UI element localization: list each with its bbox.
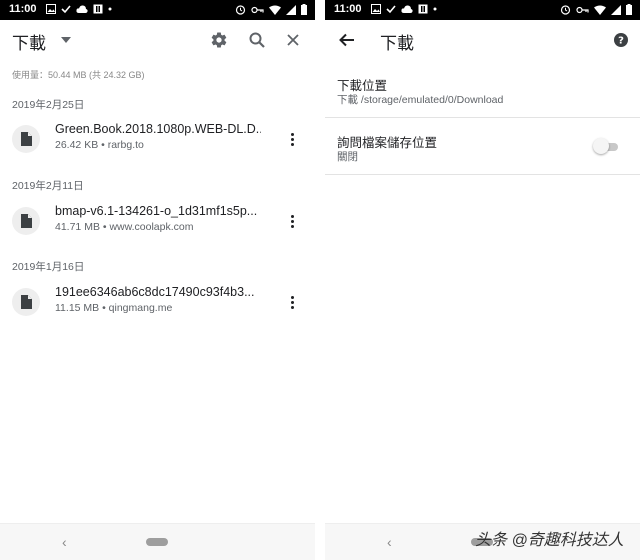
- signal-icon: [611, 4, 621, 15]
- close-icon: [287, 34, 299, 46]
- title-dropdown-button[interactable]: [54, 28, 78, 52]
- system-icons: [560, 4, 632, 15]
- book-icon: [93, 4, 103, 14]
- arrow-back-icon: [339, 33, 354, 47]
- search-icon: [249, 32, 265, 48]
- alarm-icon: [560, 5, 571, 15]
- date-header: 2019年2月25日: [12, 99, 85, 111]
- file-name: bmap-v6.1-134261-o_1d31mf1s5p...: [55, 204, 258, 218]
- download-settings-screen: 11:00 下載 ? 下載位置 下載 /storage/emulated/0/D…: [325, 0, 640, 560]
- back-button[interactable]: [335, 28, 359, 52]
- file-icon-badge: [12, 207, 40, 235]
- date-header: 2019年1月16日: [12, 261, 85, 273]
- file-meta: 11.15 MB • qingmang.me: [55, 302, 173, 314]
- signal-icon: [286, 4, 296, 15]
- book-icon: [418, 4, 428, 14]
- notification-icons: [46, 4, 112, 14]
- file-icon-badge: [12, 288, 40, 316]
- cloud-icon: [401, 5, 413, 13]
- wifi-icon: [594, 5, 606, 15]
- help-icon: ?: [614, 33, 628, 47]
- toggle-thumb[interactable]: [593, 138, 609, 154]
- wifi-icon: [269, 5, 281, 15]
- search-button[interactable]: [245, 28, 269, 52]
- svg-text:?: ?: [618, 36, 624, 47]
- arrow-drop-down-icon: [61, 37, 71, 43]
- more-vert-icon: [290, 214, 294, 218]
- settings-button[interactable]: [207, 28, 231, 52]
- close-button[interactable]: [281, 28, 305, 52]
- nav-home-pill[interactable]: [146, 538, 168, 546]
- help-button[interactable]: ?: [609, 28, 633, 52]
- more-vert-icon: [290, 132, 294, 136]
- file-name: Green.Book.2018.1080p.WEB-DL.D...: [55, 122, 261, 136]
- more-vert-icon: [290, 295, 294, 299]
- vpn-key-icon: [251, 6, 264, 13]
- download-item[interactable]: Green.Book.2018.1080p.WEB-DL.D... 26.42 …: [0, 115, 315, 167]
- page-title: 下載: [380, 34, 414, 53]
- more-options-button[interactable]: [284, 129, 300, 149]
- dot-icon: [108, 7, 112, 11]
- screen-gap: [315, 0, 325, 560]
- image-icon: [46, 4, 56, 14]
- file-icon: [20, 132, 32, 146]
- setting-state: 關閉: [337, 151, 358, 163]
- file-icon: [20, 295, 32, 309]
- file-icon: [20, 214, 32, 228]
- status-bar: 11:00: [325, 0, 640, 20]
- setting-value: 下載 /storage/emulated/0/Download: [337, 94, 504, 106]
- image-icon: [371, 4, 381, 14]
- watermark: 头条 @奇趣科技达人: [475, 532, 624, 549]
- downloads-screen: 11:00 下載 使用量：50.44 MB (共 24.32 GB) 2019年…: [0, 0, 315, 560]
- file-meta: 41.71 MB • www.coolapk.com: [55, 221, 194, 233]
- file-meta: 26.42 KB • rarbg.to: [55, 139, 144, 151]
- download-location-setting[interactable]: 下載位置 下載 /storage/emulated/0/Download: [325, 60, 640, 117]
- check-icon: [61, 5, 71, 14]
- nav-back-icon[interactable]: ‹: [387, 534, 392, 550]
- notification-icons: [371, 4, 437, 14]
- top-app-bar: 下載: [0, 20, 315, 60]
- top-app-bar: 下載 ?: [325, 20, 640, 60]
- file-name: 191ee6346ab6c8dc17490c93f4b3...: [55, 285, 255, 299]
- file-icon-badge: [12, 125, 40, 153]
- battery-icon: [301, 4, 307, 15]
- download-item[interactable]: bmap-v6.1-134261-o_1d31mf1s5p... 41.71 M…: [0, 197, 315, 249]
- status-time: 11:00: [9, 3, 37, 15]
- navigation-bar: ‹: [0, 523, 315, 560]
- check-icon: [386, 5, 396, 14]
- download-item[interactable]: 191ee6346ab6c8dc17490c93f4b3... 11.15 MB…: [0, 278, 315, 330]
- date-header: 2019年2月11日: [12, 180, 84, 192]
- dot-icon: [433, 7, 437, 11]
- status-bar: 11:00: [0, 0, 315, 20]
- gear-icon: [211, 32, 227, 48]
- nav-back-icon[interactable]: ‹: [62, 534, 67, 550]
- more-options-button[interactable]: [284, 292, 300, 312]
- storage-usage: 使用量：50.44 MB (共 24.32 GB): [12, 70, 145, 80]
- status-time: 11:00: [334, 3, 362, 15]
- system-icons: [235, 4, 307, 15]
- vpn-key-icon: [576, 6, 589, 13]
- battery-icon: [626, 4, 632, 15]
- more-options-button[interactable]: [284, 211, 300, 231]
- page-title: 下載: [12, 34, 46, 53]
- divider: [325, 174, 640, 175]
- alarm-icon: [235, 5, 246, 15]
- cloud-icon: [76, 5, 88, 13]
